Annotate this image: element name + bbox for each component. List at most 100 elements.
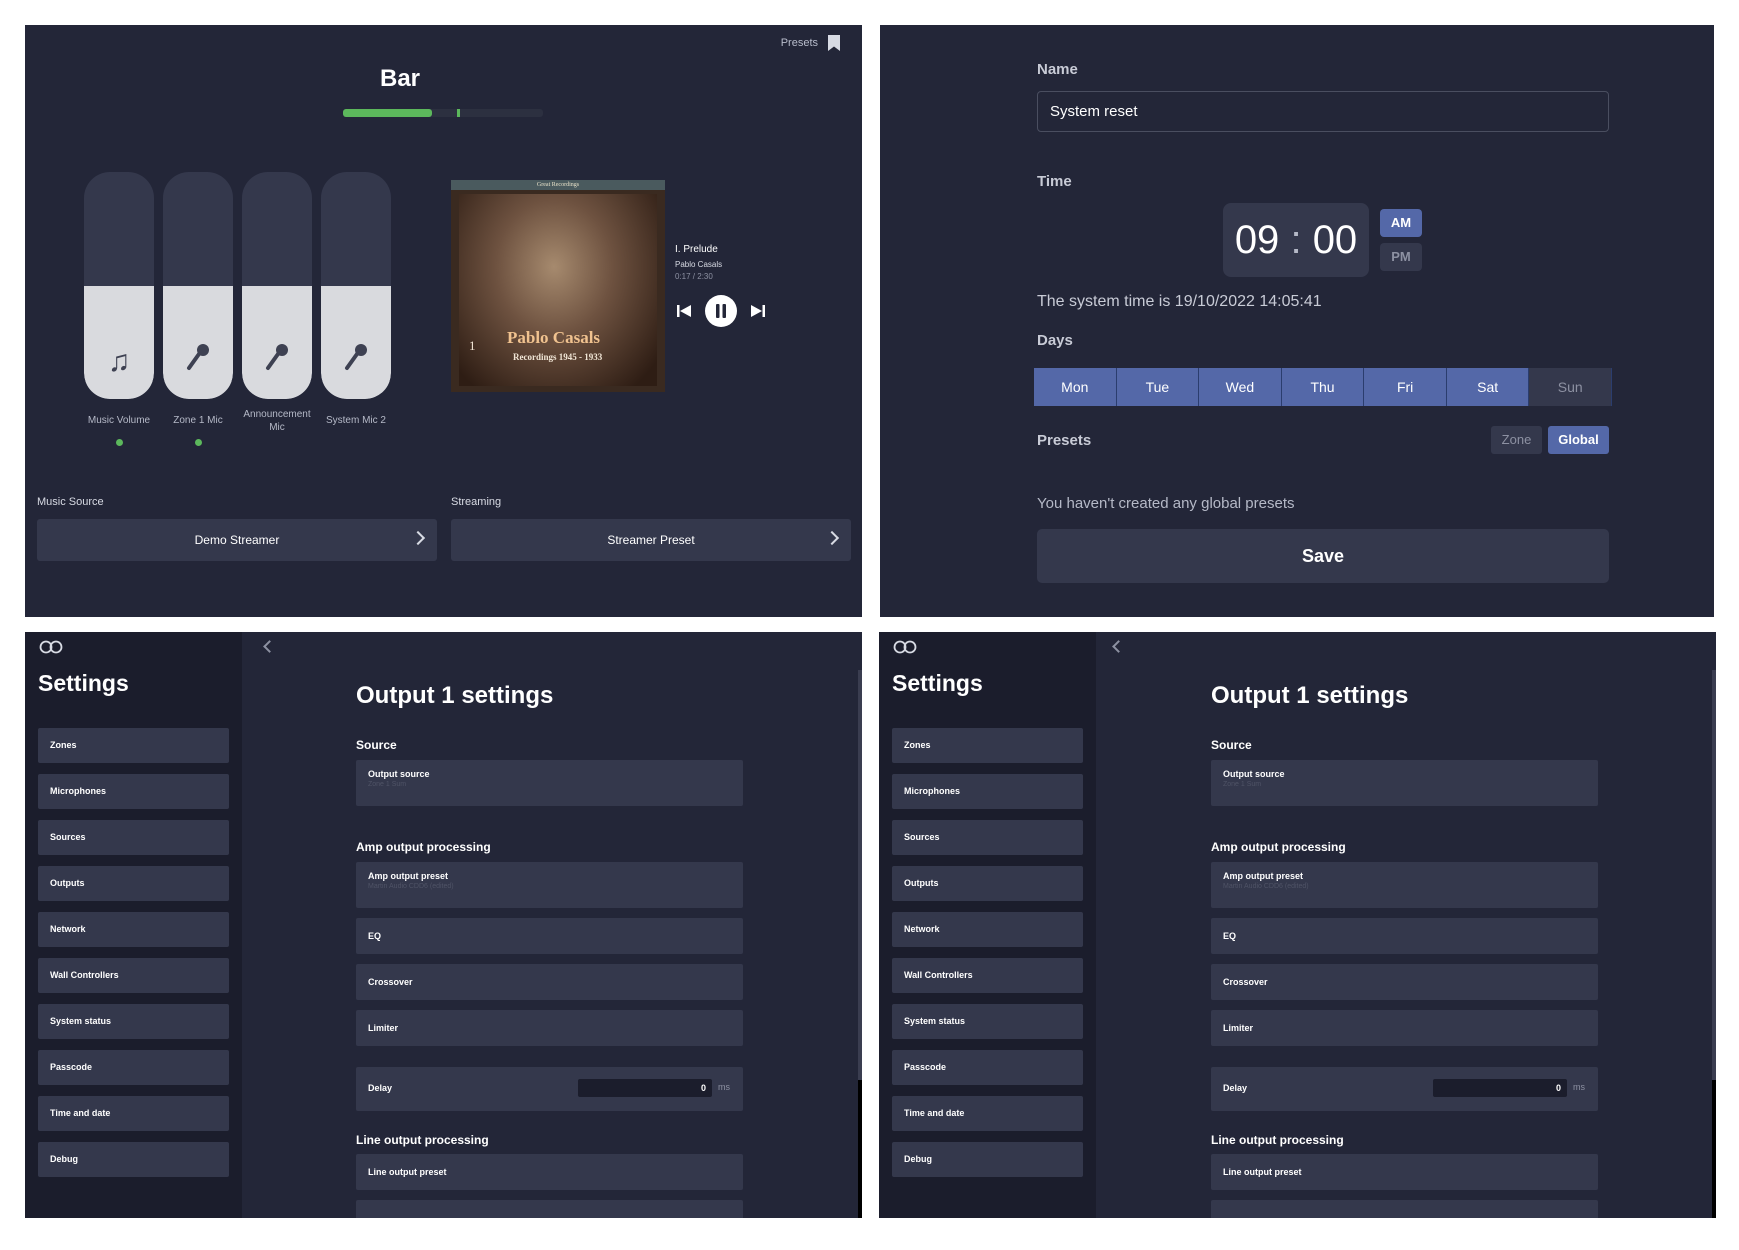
eq-row-cutoff[interactable] bbox=[356, 1200, 743, 1218]
settings-sidebar: Settings Zones Microphones Sources Outpu… bbox=[879, 632, 1096, 1218]
scrollbar-thumb[interactable] bbox=[858, 670, 862, 1080]
delay-input[interactable]: 0 bbox=[578, 1079, 712, 1097]
previous-track-icon[interactable] bbox=[676, 303, 692, 319]
sidebar-item-microphones[interactable]: Microphones bbox=[892, 774, 1083, 809]
sidebar-item-wall-controllers[interactable]: Wall Controllers bbox=[892, 958, 1083, 993]
output-source-label: Output source bbox=[368, 769, 430, 779]
bookmark-icon bbox=[828, 35, 840, 51]
presets-label: Presets bbox=[1037, 432, 1092, 449]
day-thu[interactable]: Thu bbox=[1281, 368, 1365, 406]
day-wed[interactable]: Wed bbox=[1199, 368, 1282, 406]
streaming-button[interactable]: Streamer Preset bbox=[451, 519, 851, 561]
global-presets-button[interactable]: Global bbox=[1548, 426, 1609, 454]
sidebar-item-passcode[interactable]: Passcode bbox=[38, 1050, 229, 1085]
microphone-icon bbox=[163, 341, 233, 379]
sidebar-item-wall-controllers[interactable]: Wall Controllers bbox=[38, 958, 229, 993]
crossover-row[interactable]: Crossover bbox=[1211, 964, 1598, 1000]
amp-processing-heading: Amp output processing bbox=[356, 840, 491, 854]
day-sun[interactable]: Sun bbox=[1529, 368, 1613, 406]
time-picker[interactable]: 09 : 00 bbox=[1223, 203, 1369, 277]
zone-title: Bar bbox=[379, 65, 421, 92]
back-chevron-icon[interactable] bbox=[1112, 640, 1125, 653]
name-input[interactable] bbox=[1037, 91, 1609, 132]
limiter-row[interactable]: Limiter bbox=[1211, 1010, 1598, 1046]
output-source-value: Zone 1 Sum bbox=[1223, 781, 1262, 788]
sidebar-item-microphones[interactable]: Microphones bbox=[38, 774, 229, 809]
line-processing-heading: Line output processing bbox=[356, 1133, 489, 1147]
zone-presets-button[interactable]: Zone bbox=[1491, 426, 1542, 454]
next-track-icon[interactable] bbox=[750, 303, 766, 319]
output-source-row[interactable]: Output source Zone 1 Sum bbox=[1211, 760, 1598, 806]
amp-output-preset-row[interactable]: Amp output preset Martin Audio CDD6 (edi… bbox=[1211, 862, 1598, 908]
save-button[interactable]: Save bbox=[1037, 529, 1609, 583]
sidebar-item-zones[interactable]: Zones bbox=[892, 728, 1083, 763]
settings-title: Settings bbox=[892, 670, 983, 696]
fader-label: Music Volume bbox=[87, 415, 151, 426]
time-label: Time bbox=[1037, 173, 1072, 190]
fader-active-dot bbox=[195, 439, 202, 446]
delay-label: Delay bbox=[368, 1083, 393, 1093]
day-mon[interactable]: Mon bbox=[1034, 368, 1117, 406]
output-source-row[interactable]: Output source Zone 1 Sum bbox=[356, 760, 743, 806]
sidebar-item-outputs[interactable]: Outputs bbox=[38, 866, 229, 901]
fader-music-volume[interactable]: ♫ bbox=[84, 172, 154, 399]
delay-unit: ms bbox=[718, 1082, 730, 1092]
presets-link[interactable]: Presets bbox=[781, 35, 840, 51]
output-source-label: Output source bbox=[1223, 769, 1285, 779]
sidebar-item-zones[interactable]: Zones bbox=[38, 728, 229, 763]
sidebar-item-sources[interactable]: Sources bbox=[38, 820, 229, 855]
music-note-icon: ♫ bbox=[107, 345, 131, 378]
am-button[interactable]: AM bbox=[1380, 209, 1422, 237]
sidebar-item-network[interactable]: Network bbox=[38, 912, 229, 947]
hours-value[interactable]: 09 bbox=[1235, 218, 1280, 262]
delay-input[interactable]: 0 bbox=[1433, 1079, 1567, 1097]
day-fri[interactable]: Fri bbox=[1364, 368, 1447, 406]
line-output-preset-row[interactable]: Line output preset bbox=[356, 1154, 743, 1190]
day-sat[interactable]: Sat bbox=[1446, 368, 1530, 406]
amp-output-preset-row[interactable]: Amp output preset Martin Audio CDD6 (edi… bbox=[356, 862, 743, 908]
settings-panel-right: Settings Zones Microphones Sources Outpu… bbox=[879, 632, 1716, 1218]
amp-output-preset-label: Amp output preset bbox=[368, 871, 448, 881]
sidebar-item-time-and-date[interactable]: Time and date bbox=[38, 1096, 229, 1131]
sidebar-item-system-status[interactable]: System status bbox=[38, 1004, 229, 1039]
sidebar-item-network[interactable]: Network bbox=[892, 912, 1083, 947]
pm-button[interactable]: PM bbox=[1380, 243, 1422, 271]
days-selector: Mon Tue Wed Thu Fri Sat Sun bbox=[1034, 368, 1613, 406]
streaming-value: Streamer Preset bbox=[607, 533, 695, 547]
sidebar-item-system-status[interactable]: System status bbox=[892, 1004, 1083, 1039]
settings-panel-left: Settings Zones Microphones Sources Outpu… bbox=[25, 632, 862, 1218]
sidebar-item-sources[interactable]: Sources bbox=[892, 820, 1083, 855]
limiter-row[interactable]: Limiter bbox=[356, 1010, 743, 1046]
day-tue[interactable]: Tue bbox=[1116, 368, 1200, 406]
sidebar-item-time-and-date[interactable]: Time and date bbox=[892, 1096, 1083, 1131]
crossover-label: Crossover bbox=[1223, 977, 1268, 987]
music-source-button[interactable]: Demo Streamer bbox=[37, 519, 437, 561]
sidebar-item-debug[interactable]: Debug bbox=[892, 1142, 1083, 1177]
logo-icon bbox=[893, 640, 917, 654]
amp-processing-heading: Amp output processing bbox=[1211, 840, 1346, 854]
crossover-row[interactable]: Crossover bbox=[356, 964, 743, 1000]
source-heading: Source bbox=[356, 738, 397, 752]
scrollbar-lower bbox=[1712, 1080, 1716, 1218]
scrollbar-thumb[interactable] bbox=[1712, 670, 1716, 1080]
music-source-label: Music Source bbox=[37, 496, 104, 508]
minutes-value[interactable]: 00 bbox=[1313, 218, 1358, 262]
player-panel: Presets Bar ♫ Music Volume Zone 1 Mic An… bbox=[25, 25, 862, 617]
sidebar-item-debug[interactable]: Debug bbox=[38, 1142, 229, 1177]
line-output-preset-row[interactable]: Line output preset bbox=[1211, 1154, 1598, 1190]
album-banner: Great Recordings bbox=[451, 180, 665, 190]
sidebar-item-passcode[interactable]: Passcode bbox=[892, 1050, 1083, 1085]
eq-row[interactable]: EQ bbox=[356, 918, 743, 954]
fader-zone-1-mic[interactable] bbox=[163, 172, 233, 399]
fader-system-mic-2[interactable] bbox=[321, 172, 391, 399]
pause-button[interactable] bbox=[705, 295, 737, 327]
microphone-icon bbox=[242, 341, 312, 379]
microphone-icon bbox=[321, 341, 391, 379]
level-meter bbox=[343, 109, 543, 117]
fader-announcement-mic[interactable] bbox=[242, 172, 312, 399]
eq-row-cutoff[interactable] bbox=[1211, 1200, 1598, 1218]
time-separator: : bbox=[1290, 218, 1302, 262]
eq-row[interactable]: EQ bbox=[1211, 918, 1598, 954]
sidebar-item-outputs[interactable]: Outputs bbox=[892, 866, 1083, 901]
back-chevron-icon[interactable] bbox=[263, 640, 276, 653]
